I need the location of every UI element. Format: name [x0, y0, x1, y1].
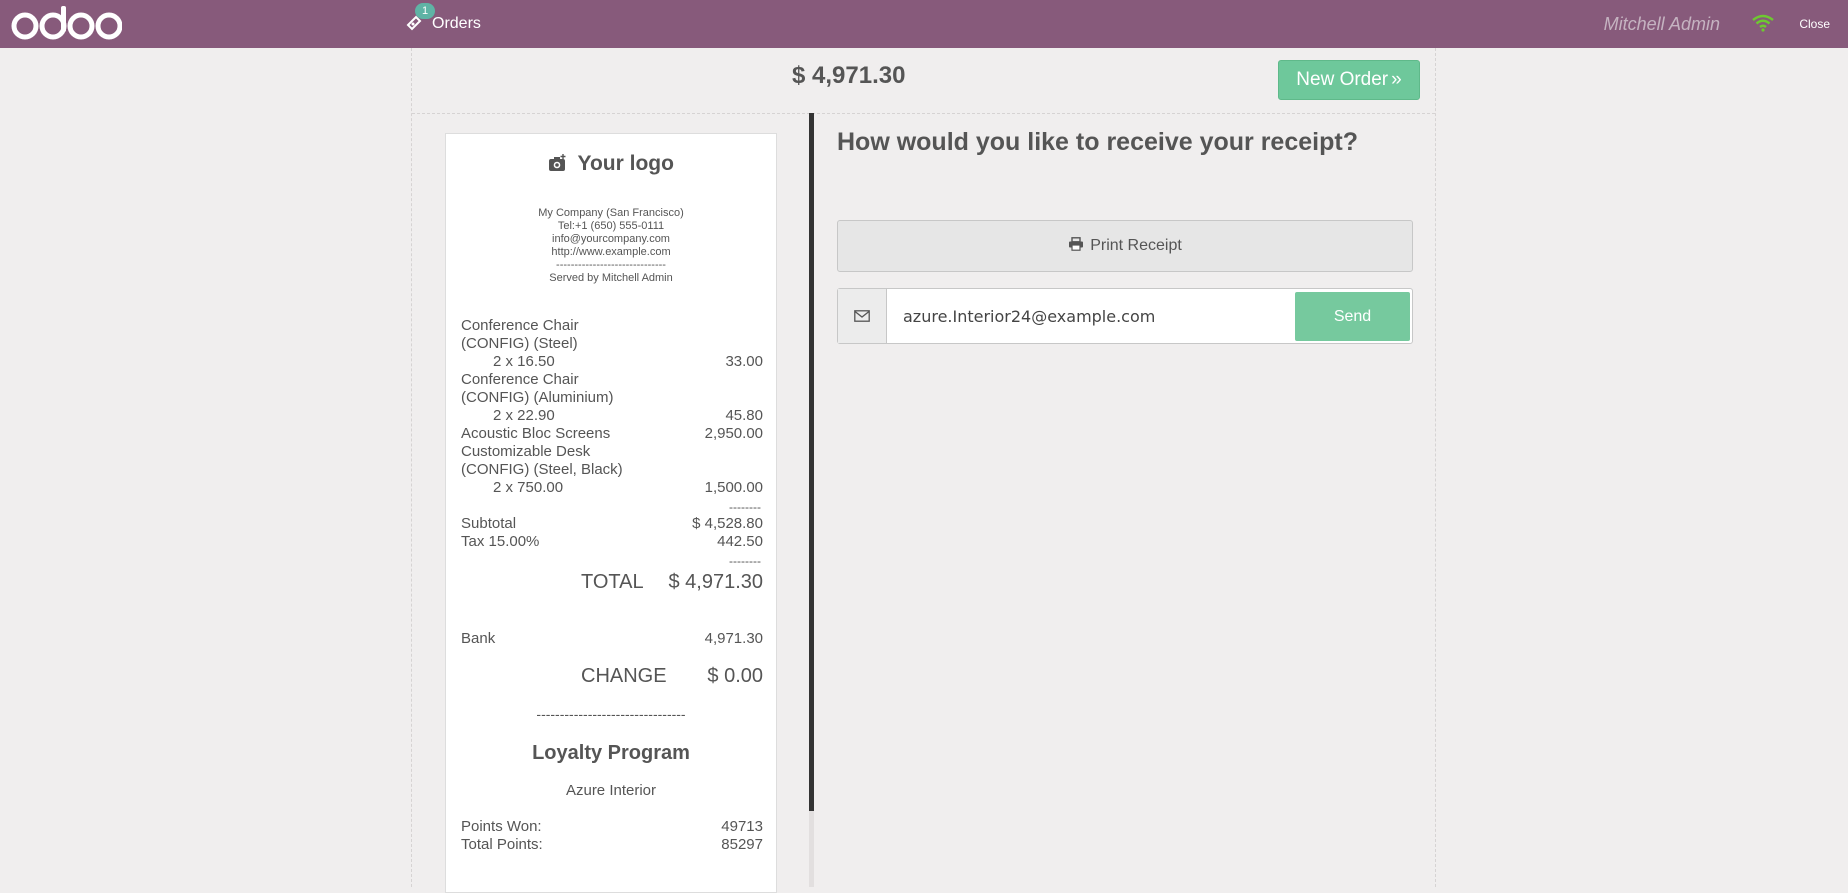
- receipt-line-variant: (CONFIG) (Aluminium): [461, 389, 614, 406]
- total-row: TOTAL $ 4,971.30: [461, 570, 763, 594]
- payment-row: Bank 4,971.30: [461, 630, 763, 648]
- receipt-line-qty: 2 x 16.50 33.00: [461, 353, 763, 371]
- ticket-icon: 1: [404, 3, 436, 35]
- payment-amount: 4,971.30: [704, 630, 763, 647]
- receipt-line-name: Conference Chair: [461, 317, 579, 334]
- scrollbar-track[interactable]: [809, 811, 814, 887]
- email-receipt-group: Send: [837, 288, 1413, 344]
- served-by: Served by Mitchell Admin: [549, 272, 673, 284]
- orders-label: Orders: [432, 15, 481, 32]
- camera-icon: [548, 154, 568, 178]
- total-label: TOTAL: [581, 571, 644, 593]
- points-won-row: Points Won: 49713: [461, 818, 763, 836]
- print-receipt-label: Print Receipt: [1090, 237, 1182, 254]
- change-label: CHANGE: [581, 665, 667, 687]
- total-separator: --------: [729, 554, 761, 568]
- close-button[interactable]: Close: [1799, 0, 1830, 48]
- company-info: My Company (San Francisco) Tel:+1 (650) …: [446, 207, 776, 285]
- points-won-value: 49713: [721, 818, 763, 835]
- subtotal-row: Subtotal $ 4,528.80: [461, 515, 763, 533]
- orders-count-badge: 1: [415, 3, 436, 19]
- tax-value: 442.50: [717, 533, 763, 550]
- loyalty-title: Loyalty Program: [532, 742, 690, 764]
- receipt-screen: $ 4,971.30 New Order » Your logo My Comp…: [411, 48, 1436, 893]
- wifi-icon[interactable]: [1752, 14, 1774, 37]
- change-row: CHANGE $ 0.00: [461, 664, 763, 688]
- line-qty: 2 x 750.00: [493, 479, 564, 496]
- screen-header: $ 4,971.30 New Order »: [412, 48, 1435, 114]
- total-points-label: Total Points:: [461, 836, 543, 853]
- receipt-line-variant: (CONFIG) (Steel, Black): [461, 461, 623, 478]
- receipt-logo-text: Your logo: [577, 152, 674, 175]
- loyalty-customer: Azure Interior: [565, 782, 657, 799]
- top-bar: 1 Orders Mitchell Admin Close: [0, 0, 1848, 48]
- receipt-question: How would you like to receive your recei…: [837, 128, 1358, 156]
- double-chevron-right-icon: »: [1391, 69, 1402, 90]
- company-email: info@yourcompany.com: [552, 233, 670, 245]
- line-amount: 33.00: [725, 353, 763, 370]
- email-input[interactable]: [887, 289, 1295, 343]
- company-separator: ------------------------------: [556, 259, 666, 271]
- print-receipt-button[interactable]: Print Receipt: [837, 220, 1413, 272]
- line-amount: 2,950.00: [704, 425, 763, 442]
- total-points-row: Total Points: 85297: [461, 836, 763, 854]
- change-value: $ 0.00: [707, 665, 763, 687]
- receipt-line: Acoustic Bloc Screens 2,950.00: [461, 425, 763, 443]
- company-phone: Tel:+1 (650) 555-0111: [557, 220, 665, 232]
- order-total-amount: $ 4,971.30: [792, 62, 906, 89]
- line-qty: 2 x 22.90: [493, 407, 555, 424]
- subtotal-separator: --------: [729, 500, 761, 514]
- total-points-value: 85297: [721, 836, 763, 853]
- total-value: $ 4,971.30: [668, 571, 763, 593]
- subtotal-value: $ 4,528.80: [692, 515, 763, 532]
- tax-row: Tax 15.00% 442.50: [461, 533, 763, 551]
- receipt-line-name: Customizable Desk: [461, 443, 591, 460]
- line-qty: 2 x 16.50: [493, 353, 555, 370]
- orders-button[interactable]: 1 Orders: [404, 0, 481, 48]
- scrollbar-thumb[interactable]: [809, 113, 814, 811]
- points-won-label: Points Won:: [461, 818, 542, 835]
- odoo-logo: [10, 2, 122, 46]
- new-order-label: New Order: [1296, 69, 1389, 90]
- receipt-line-name: Conference Chair: [461, 371, 579, 388]
- receipt-line-qty: 2 x 750.00 1,500.00: [461, 479, 763, 497]
- subtotal-label: Subtotal: [461, 515, 517, 532]
- line-name: Acoustic Bloc Screens: [461, 425, 611, 442]
- payment-method-label: Bank: [461, 630, 496, 647]
- envelope-icon: [838, 289, 887, 343]
- send-button[interactable]: Send: [1295, 292, 1410, 341]
- tax-label: Tax 15.00%: [461, 533, 540, 550]
- receipt: Your logo My Company (San Francisco) Tel…: [445, 133, 777, 893]
- user-name: Mitchell Admin: [1603, 13, 1720, 34]
- receipt-line-variant: (CONFIG) (Steel): [461, 335, 578, 352]
- receipt-logo: Your logo: [446, 152, 776, 178]
- company-name: My Company (San Francisco): [538, 207, 684, 219]
- line-amount: 45.80: [725, 407, 763, 424]
- print-icon: [1068, 236, 1084, 256]
- new-order-button[interactable]: New Order »: [1278, 60, 1420, 100]
- odoo-logo-icon: [11, 6, 122, 40]
- company-website: http://www.example.com: [551, 246, 671, 258]
- receipt-line-qty: 2 x 22.90 45.80: [461, 407, 763, 425]
- line-amount: 1,500.00: [704, 479, 763, 496]
- loyalty-separator: --------------------------------: [536, 706, 686, 722]
